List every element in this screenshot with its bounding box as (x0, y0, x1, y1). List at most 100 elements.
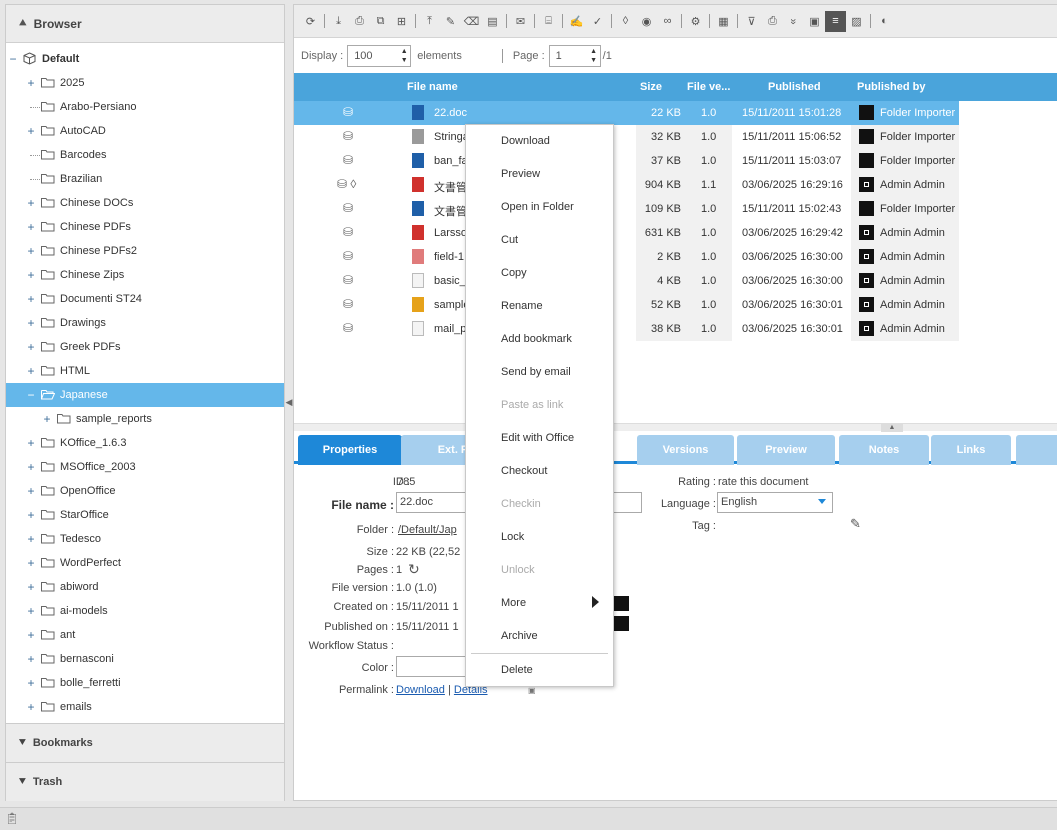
table-row[interactable]: ⛁ Larsso 631 KB 1.0 03/06/2025 16:29:42 Admin… (294, 221, 959, 245)
download-pdf-icon[interactable]: ⎙ (349, 11, 370, 32)
edit-office-icon[interactable]: ✍ (566, 11, 587, 32)
display-count-spinner[interactable]: 100 ▲ ▼ (347, 44, 412, 67)
tree-item-autocad[interactable]: + AutoCAD (6, 119, 284, 143)
email-icon[interactable]: ✉ (510, 11, 531, 32)
tree-item-chinese-pdfs[interactable]: + Chinese PDFs (6, 215, 284, 239)
tree-item-html[interactable]: + HTML (6, 359, 284, 383)
column-header-size[interactable]: Size (640, 81, 662, 93)
table-row[interactable]: ⛁ ban_fa 37 KB 1.0 15/11/2011 15:03:07 Folder… (294, 149, 959, 173)
spinner-arrows-icon[interactable]: ▲ ▼ (398, 47, 410, 65)
refresh-icon[interactable]: ⟳ (300, 11, 321, 32)
menu-item-archive[interactable]: Archive (501, 630, 538, 642)
table-row[interactable]: ⛁ mail_p 38 KB 1.0 03/06/2025 16:30:01 Admin … (294, 317, 959, 341)
tree-item-documenti-st24[interactable]: + Documenti ST24 (6, 287, 284, 311)
horizontal-splitter[interactable]: ▲ (294, 423, 1057, 432)
expand-icon[interactable]: + (25, 244, 37, 258)
expand-icon[interactable]: + (25, 580, 37, 594)
table-row[interactable]: ⛁ Stringa 32 KB 1.0 15/11/2011 15:06:52 Folde… (294, 125, 959, 149)
drop-icon[interactable]: ◊ (615, 11, 636, 32)
double-chevron-icon[interactable]: » (783, 11, 804, 32)
menu-item-add-bookmark[interactable]: Add bookmark (501, 333, 572, 345)
tab-preview[interactable]: Preview (737, 435, 835, 465)
tab-versions[interactable]: Versions (637, 435, 734, 465)
tree-item-japanese[interactable]: − Japanese (6, 383, 284, 407)
tree-item-emails[interactable]: + emails (6, 695, 284, 719)
upload-icon[interactable]: ⤒ (419, 11, 440, 32)
toggle-icon[interactable]: ◐ (874, 11, 895, 32)
tree-item-abiword[interactable]: + abiword (6, 575, 284, 599)
expand-icon[interactable]: + (25, 652, 37, 666)
collapse-up-icon[interactable]: ▲ (881, 424, 903, 432)
expand-icon[interactable]: + (25, 268, 37, 282)
table-row[interactable]: ⛁ 文書管 109 KB 1.0 15/11/2011 15:02:43 Folder I… (294, 197, 959, 221)
tree-item-staroffice[interactable]: + StarOffice (6, 503, 284, 527)
expand-icon[interactable]: + (25, 292, 37, 306)
tree-item-bernasconi[interactable]: + bernasconi (6, 647, 284, 671)
tree-item-arabo-persiano[interactable]: Arabo-Persiano (6, 95, 284, 119)
table-row[interactable]: ⛁ ◊ 文書管 904 KB 1.1 03/06/2025 16:29:16 Admin … (294, 173, 959, 197)
menu-item-download[interactable]: Download (501, 135, 550, 147)
tree-item-msoffice-2003[interactable]: + MSOffice_2003 (6, 455, 284, 479)
print-icon[interactable]: ⎙ (762, 11, 783, 32)
windows-icon[interactable]: ⊞ (391, 11, 412, 32)
expand-icon[interactable]: + (25, 508, 37, 522)
menu-item-edit-with-office[interactable]: Edit with Office (501, 432, 574, 444)
tree-item-ant[interactable]: + ant (6, 623, 284, 647)
tree-item-greek-pdfs[interactable]: + Greek PDFs (6, 335, 284, 359)
table-row[interactable]: ⛁ 22.doc 22 KB 1.0 15/11/2011 15:01:28 Folder… (294, 101, 959, 125)
gallery-view-icon[interactable]: ▨ (846, 11, 867, 32)
tab-links[interactable]: Links (931, 435, 1011, 465)
menu-item-rename[interactable]: Rename (501, 300, 543, 312)
expand-icon[interactable]: + (25, 556, 37, 570)
filter-icon[interactable]: ⊽ (741, 11, 762, 32)
expand-icon[interactable]: + (25, 484, 37, 498)
expand-icon[interactable]: + (25, 364, 37, 378)
menu-item-lock[interactable]: Lock (501, 531, 524, 543)
menu-item-open-in-folder[interactable]: Open in Folder (501, 201, 574, 213)
menu-item-copy[interactable]: Copy (501, 267, 527, 279)
calendar-icon[interactable]: ▦ (713, 11, 734, 32)
tree-item-ai-models[interactable]: + ai-models (6, 599, 284, 623)
menu-item-more[interactable]: More (501, 597, 526, 609)
column-header-published[interactable]: Published (768, 81, 821, 93)
table-row[interactable]: ⛁ sample 52 KB 1.0 03/06/2025 16:30:01 Admin … (294, 293, 959, 317)
bookmarks-panel-header[interactable]: ⯆ Bookmarks (6, 723, 284, 762)
tree-item-drawings[interactable]: + Drawings (6, 311, 284, 335)
eraser-icon[interactable]: ⌫ (461, 11, 482, 32)
expand-icon[interactable]: + (25, 460, 37, 474)
page-spinner[interactable]: 1 ▲ ▼ (548, 44, 601, 67)
column-header-published-by[interactable]: Published by (857, 81, 925, 93)
tree-item-bolle-ferretti[interactable]: + bolle_ferretti (6, 671, 284, 695)
tree-item-chinese-zips[interactable]: + Chinese Zips (6, 263, 284, 287)
menu-item-cut[interactable]: Cut (501, 234, 518, 246)
tree-item-sample-reports[interactable]: + sample_reports (6, 407, 284, 431)
document-icon[interactable]: ▤ (482, 11, 503, 32)
check-circle-icon[interactable]: ◉ (636, 11, 657, 32)
browser-panel-header[interactable]: ⯅ Browser (6, 5, 284, 43)
expand-icon[interactable]: + (25, 604, 37, 618)
expand-icon[interactable]: + (25, 316, 37, 330)
tree-item-barcodes[interactable]: Barcodes (6, 143, 284, 167)
menu-item-checkout[interactable]: Checkout (501, 465, 547, 477)
glasses-icon[interactable]: ∞ (657, 11, 678, 32)
qr-code-icon[interactable]: ▣ (528, 686, 536, 695)
menu-item-preview[interactable]: Preview (501, 168, 540, 180)
settings-icon[interactable]: ⚙ (685, 11, 706, 32)
spinner-arrows-icon[interactable]: ▲ ▼ (588, 47, 600, 65)
panel-splitter-handle[interactable]: ◀ (285, 392, 293, 412)
tab-properties[interactable]: Properties (298, 435, 402, 465)
color-input[interactable] (396, 656, 476, 677)
tab-his[interactable]: His (1016, 435, 1057, 465)
expand-icon[interactable]: + (25, 340, 37, 354)
expand-icon[interactable]: + (25, 76, 37, 90)
clipboard-icon[interactable]: 📋︎ (5, 813, 19, 825)
collapse-icon[interactable]: − (7, 52, 19, 66)
permalink-download-link[interactable]: Download (396, 684, 445, 696)
archive-icon[interactable]: ⌸ (538, 11, 559, 32)
tree-item-2025[interactable]: +2025 (6, 71, 284, 95)
tree-item-koffice-1-6-3[interactable]: + KOffice_1.6.3 (6, 431, 284, 455)
tree-item-default[interactable]: − Default (6, 47, 284, 71)
expand-icon[interactable]: + (25, 436, 37, 450)
tab-notes[interactable]: Notes (839, 435, 929, 465)
tree-item-wordperfect[interactable]: + WordPerfect (6, 551, 284, 575)
